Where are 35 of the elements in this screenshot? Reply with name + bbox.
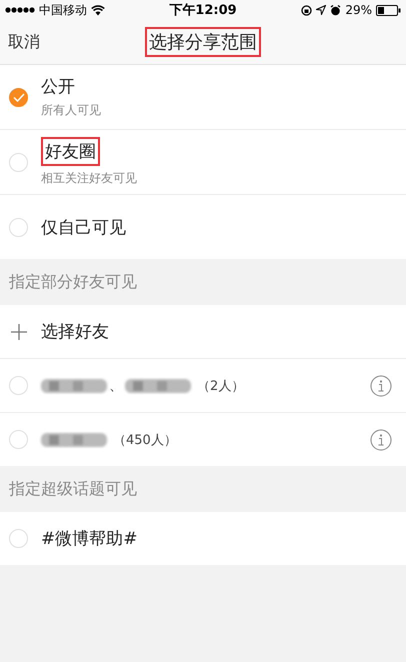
option-label: 好友圈 bbox=[41, 137, 100, 166]
wifi-icon bbox=[91, 4, 105, 16]
option-label: 公开 bbox=[41, 76, 75, 98]
rotation-lock-icon bbox=[301, 4, 312, 16]
carrier-name: 中国移动 bbox=[39, 2, 87, 18]
add-friends-link[interactable]: 选择好友 bbox=[41, 320, 109, 343]
radio-button[interactable] bbox=[9, 376, 28, 395]
screen-title: 选择分享范围 bbox=[145, 27, 261, 57]
section-header: 指定超级话题可见 bbox=[8, 478, 138, 500]
cancel-button[interactable]: 取消 bbox=[0, 28, 48, 56]
radio-button[interactable] bbox=[9, 218, 28, 236]
signal-icon bbox=[5, 6, 35, 14]
battery-icon bbox=[376, 4, 401, 16]
option-label: 仅自己可见 bbox=[41, 216, 126, 238]
info-button[interactable] bbox=[370, 428, 392, 450]
location-icon bbox=[316, 5, 326, 15]
topic-label: #微博帮助# bbox=[41, 528, 138, 550]
info-icon bbox=[370, 428, 392, 450]
member-count: （450人） bbox=[113, 432, 177, 448]
info-icon bbox=[370, 374, 392, 396]
checked-radio[interactable] bbox=[9, 88, 28, 106]
alarm-icon bbox=[330, 4, 342, 16]
status-time: 下午12:09 bbox=[168, 2, 238, 19]
info-button[interactable] bbox=[370, 374, 392, 396]
name-separator: 、 bbox=[109, 376, 123, 394]
checkmark-icon bbox=[12, 92, 24, 102]
battery-percent: 29% bbox=[345, 3, 372, 17]
section-header: 指定部分好友可见 bbox=[8, 270, 138, 292]
radio-button[interactable] bbox=[9, 529, 28, 548]
radio-button[interactable] bbox=[9, 152, 28, 172]
radio-button[interactable] bbox=[9, 430, 28, 449]
option-description: 相互关注好友可见 bbox=[41, 170, 137, 187]
plus-icon bbox=[11, 324, 27, 340]
option-description: 所有人可见 bbox=[41, 102, 101, 119]
member-count: （2人） bbox=[197, 378, 244, 394]
